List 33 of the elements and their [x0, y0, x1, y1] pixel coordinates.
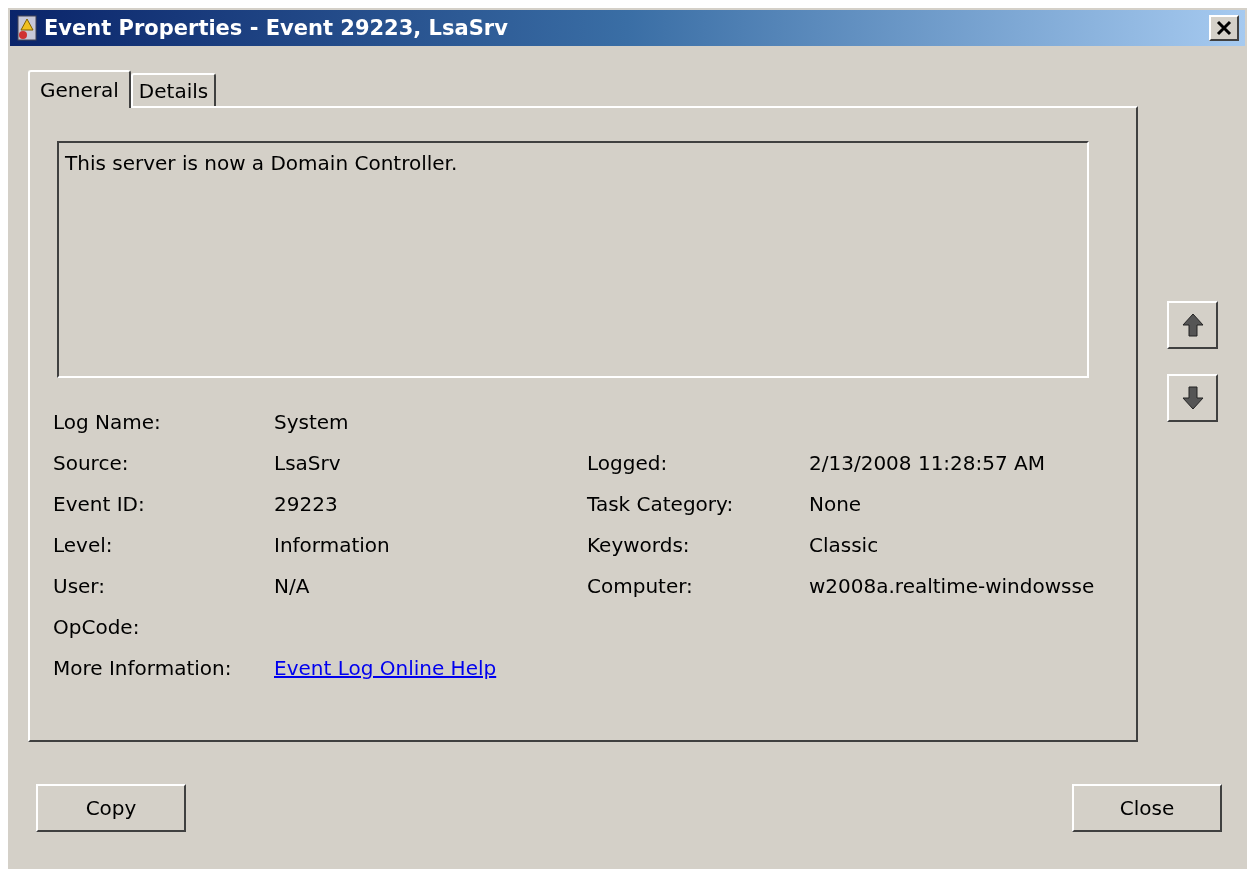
field-value: 29223: [274, 492, 339, 516]
window-title: Event Properties - Event 29223, LsaSrv: [44, 16, 509, 40]
field-value: Classic: [809, 533, 880, 557]
field-label: User:: [53, 574, 106, 598]
field-label: Source:: [53, 451, 130, 475]
field-label: Log Name:: [53, 410, 162, 434]
copy-button[interactable]: Copy: [36, 784, 186, 832]
field-label: Event ID:: [53, 492, 146, 516]
field-label: OpCode:: [53, 615, 141, 639]
field-label: Computer:: [587, 574, 694, 598]
close-button[interactable]: Close: [1072, 784, 1222, 832]
tab[interactable]: Details: [130, 73, 217, 106]
field-label: Keywords:: [587, 533, 691, 557]
close-icon[interactable]: [1209, 15, 1239, 41]
message-box: This server is now a Domain Controller.: [57, 141, 1089, 378]
field-label: Logged:: [587, 451, 669, 475]
down-arrow-icon: [1180, 385, 1205, 411]
field-value: None: [809, 492, 863, 516]
next-button[interactable]: [1167, 374, 1218, 422]
field-value: LsaSrv: [274, 451, 342, 475]
field-label: Task Category:: [587, 492, 735, 516]
field-label: Level:: [53, 533, 114, 557]
field-value: w2008a.realtime-windowsse: [809, 574, 1095, 598]
tab[interactable]: General: [28, 70, 131, 108]
previous-button[interactable]: [1167, 301, 1218, 349]
up-arrow-icon: [1180, 312, 1205, 338]
field-label: More Information:: [53, 656, 233, 680]
help-link[interactable]: Event Log Online Help: [274, 656, 587, 680]
field-value: System: [274, 410, 350, 434]
field-value: 2/13/2008 11:28:57 AM: [809, 451, 1047, 475]
field-value: N/A: [274, 574, 311, 598]
event-log-icon: [16, 15, 38, 41]
field-value: Information: [274, 533, 391, 557]
